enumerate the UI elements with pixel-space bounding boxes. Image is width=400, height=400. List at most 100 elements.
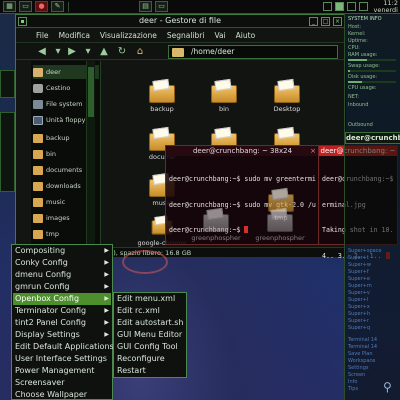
menu-item-edit-rc-xml[interactable]: Edit rc.xml xyxy=(115,305,185,317)
file-label: Desktop xyxy=(273,105,301,113)
menu-item-restart[interactable]: Restart xyxy=(115,365,185,377)
back-dropdown-icon[interactable]: ▾ xyxy=(52,46,64,58)
folder-icon xyxy=(33,181,43,191)
menu-file[interactable]: File xyxy=(36,31,49,40)
forward-dropdown-icon[interactable]: ▾ xyxy=(82,46,94,58)
forward-icon[interactable]: ▶ xyxy=(66,46,78,58)
close-icon[interactable]: × xyxy=(333,17,342,26)
crunchbang-logo-icon: ⚲ xyxy=(383,380,392,394)
submenu-arrow-icon: ▶ xyxy=(104,259,109,266)
menu-bookmarks[interactable]: Segnalibri xyxy=(167,31,205,40)
openbox-settings-menu: Compositing ▶ Conky Config ▶ dmenu Config ▶… xyxy=(11,244,114,400)
menu-item-terminator-config[interactable]: Terminator Config ▶ xyxy=(13,305,111,317)
menu-item-ui-settings[interactable]: User Interface Settings xyxy=(13,353,111,365)
menu-item-gui-config-tool[interactable]: GUI Config Tool xyxy=(115,341,185,353)
swap-bar xyxy=(348,70,396,72)
shortcut-line: Info xyxy=(348,379,358,385)
workspace-2[interactable] xyxy=(335,2,344,11)
menu-go[interactable]: Vai xyxy=(214,31,225,40)
shortcut-line: Super+q xyxy=(348,325,371,331)
menu-item-dmenu-config[interactable]: dmenu Config ▶ xyxy=(13,269,111,281)
terminal-launcher[interactable]: ▭ xyxy=(19,1,32,12)
folder-icon xyxy=(33,165,43,175)
theme-icon xyxy=(203,208,229,232)
home-icon[interactable]: ⌂ xyxy=(134,46,146,58)
clock[interactable]: 11:2 venerdi xyxy=(374,0,398,13)
sidebar-scrollbar[interactable] xyxy=(86,61,95,247)
back-icon[interactable]: ◀ xyxy=(36,46,48,58)
browser-icon: ● xyxy=(38,2,45,10)
browser-launcher[interactable]: ● xyxy=(35,1,48,12)
terminal-task[interactable]: ▭ xyxy=(155,1,168,12)
clock-date: venerdi xyxy=(373,5,398,14)
terminal-window-1[interactable]: deer@crunchbang: ~ 38x24 × deer@crunchba… xyxy=(165,145,320,245)
shortcut-line: Super+t xyxy=(348,255,369,261)
menu-edit[interactable]: Modifica xyxy=(59,31,90,40)
shortcut-line: Tips xyxy=(348,386,359,392)
floppy-icon xyxy=(33,115,43,125)
file-item: greenphospher xyxy=(186,208,246,242)
folder-icon xyxy=(33,133,43,143)
conky-line: SYSTEM INFO xyxy=(348,16,382,22)
menu-item-compositing[interactable]: Compositing ▶ xyxy=(13,245,111,257)
menu-item-tint2-config[interactable]: tint2 Panel Config ▶ xyxy=(13,317,111,329)
sidebar-item-label: deer xyxy=(46,68,61,76)
file-manager-task[interactable]: ▤ xyxy=(139,1,152,12)
menu-help[interactable]: Aiuto xyxy=(236,31,256,40)
submenu-arrow-icon: ▶ xyxy=(104,271,109,278)
top-panel: ▦ ▭ ● ✎ ▤ ▭ 11:2 venerdi xyxy=(0,0,400,14)
submenu-arrow-icon: ▶ xyxy=(104,331,109,338)
conky-line: Uptime: xyxy=(348,38,368,44)
menu-item-openbox-config[interactable]: Openbox Config ▶ xyxy=(13,293,111,305)
window-titlebar[interactable]: ▪ deer - Gestore di file _ □ × xyxy=(16,15,344,28)
sidebar-item-label: File system xyxy=(46,100,83,108)
menu-item-edit-autostart[interactable]: Edit autostart.sh xyxy=(115,317,185,329)
sidebar-item-label: Cestino xyxy=(46,84,71,92)
file-item[interactable]: backup xyxy=(132,79,192,113)
menu-icon: ▦ xyxy=(6,2,13,10)
menu-item-edit-menu-xml[interactable]: Edit menu.xml xyxy=(115,293,185,305)
file-item[interactable]: bin xyxy=(194,79,254,113)
menu-item-conky-config[interactable]: Conky Config ▶ xyxy=(13,257,111,269)
drive-icon xyxy=(33,99,43,109)
shortcut-line: Super+v xyxy=(348,290,370,296)
folder-icon xyxy=(172,48,184,57)
path-bar[interactable]: /home/deer xyxy=(168,45,338,59)
editor-launcher[interactable]: ✎ xyxy=(51,1,64,12)
scrollbar-thumb[interactable] xyxy=(88,67,94,117)
menu-item-choose-wallpaper[interactable]: Choose Wallpaper xyxy=(13,389,111,400)
menu-button[interactable]: ▦ xyxy=(3,1,16,12)
up-icon[interactable]: ▲ xyxy=(98,46,110,58)
shortcut-line: Terminal 14 xyxy=(348,344,378,350)
file-item[interactable]: Desktop xyxy=(257,79,317,113)
submenu-arrow-icon: ▶ xyxy=(104,247,109,254)
workspace-3[interactable] xyxy=(347,2,356,11)
close-icon[interactable]: × xyxy=(309,147,317,155)
menu-item-gmrun-config[interactable]: gmrun Config ▶ xyxy=(13,281,111,293)
maximize-icon[interactable]: □ xyxy=(321,17,330,26)
folder-icon xyxy=(33,229,43,239)
menu-item-display-settings[interactable]: Display Settings ▶ xyxy=(13,329,111,341)
shortcut-line: Super+w xyxy=(348,262,371,268)
ram-bar xyxy=(348,59,396,61)
menu-view[interactable]: Visualizzazione xyxy=(100,31,157,40)
trash-icon xyxy=(33,83,43,93)
folder-icon xyxy=(149,79,175,103)
shortcut-line: Super+r xyxy=(348,318,369,324)
menu-item-reconfigure[interactable]: Reconfigure xyxy=(115,353,185,365)
workspace-1[interactable] xyxy=(323,2,332,11)
menu-item-power-management[interactable]: Power Management xyxy=(13,365,111,377)
shortcut-line: Super+x xyxy=(348,304,370,310)
terminal-icon: ▭ xyxy=(158,2,165,10)
workspace-4[interactable] xyxy=(359,2,368,11)
submenu-arrow-icon: ▶ xyxy=(104,283,109,290)
menu-item-screensaver[interactable]: Screensaver xyxy=(13,377,111,389)
conky-line: NET: xyxy=(348,94,360,100)
theme-icon xyxy=(267,208,293,232)
menu-item-gui-menu-editor[interactable]: GUI Menu Editor xyxy=(115,329,185,341)
reload-icon[interactable]: ↻ xyxy=(116,46,128,58)
conky-monitor: SYSTEM INFO Host: Kernel: Uptime: CPU: R… xyxy=(344,14,400,400)
menu-item-default-applications[interactable]: Edit Default Applications xyxy=(13,341,114,353)
minimize-icon[interactable]: _ xyxy=(309,17,318,26)
shortcut-line: Terminal 14 xyxy=(348,337,378,343)
